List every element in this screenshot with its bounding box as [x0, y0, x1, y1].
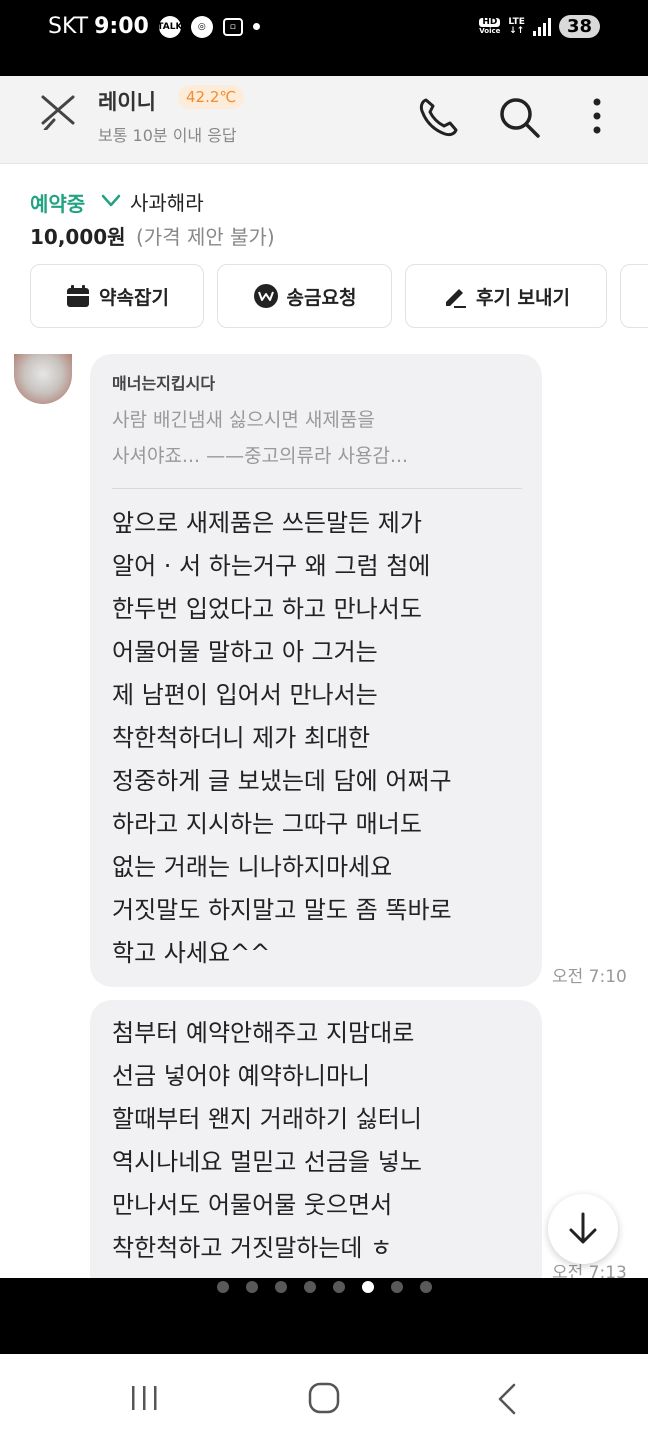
home-icon[interactable] — [306, 1380, 342, 1416]
talk-icon: TALK — [157, 15, 182, 38]
send-review-button[interactable]: 후기 보내기 — [405, 264, 607, 328]
page-dot — [304, 1281, 316, 1293]
search-icon[interactable] — [496, 94, 542, 140]
notification-icon: ◎ — [190, 15, 213, 38]
chat-screen: 레이니 42.2℃ 보통 10분 이내 응답 예약중 사과해라 10,000원 … — [0, 76, 648, 1278]
avatar[interactable] — [14, 354, 72, 404]
request-payment-label: 송금요청 — [286, 286, 357, 309]
message-bubble[interactable]: 첨부터 예약안해주고 지맘대로 선금 넣어야 예약하니마니 할때부터 왠지 거래… — [90, 1000, 542, 1278]
chat-header: 레이니 42.2℃ 보통 10분 이내 응답 — [0, 76, 648, 164]
chevron-down-icon[interactable] — [100, 193, 122, 209]
quoted-message: 사람 배긴냄새 싫으시면 새제품을 사셔야죠... ——중고의류라 사용감... — [112, 409, 409, 467]
clock: 9:00 — [94, 14, 149, 39]
page-dot — [420, 1281, 432, 1293]
close-icon[interactable] — [38, 90, 78, 130]
calendar-icon — [67, 285, 90, 307]
signal-icon — [532, 17, 551, 36]
lte-icon: LTE ↓↑ — [508, 16, 525, 36]
product-price: 10,000원 — [30, 225, 126, 249]
navigation-bar — [0, 1354, 648, 1440]
quote-divider — [112, 488, 522, 489]
scroll-to-bottom-button[interactable] — [548, 1194, 618, 1264]
recent-apps-icon[interactable] — [128, 1384, 160, 1412]
page-dot — [391, 1281, 403, 1293]
hd-voice-icon: HD Voice — [479, 16, 501, 35]
message-time: 오전 7:10 — [552, 967, 627, 987]
won-pay-icon — [253, 284, 278, 308]
page-dot — [333, 1281, 345, 1293]
response-time: 보통 10분 이내 응답 — [98, 126, 237, 145]
page-dot — [246, 1281, 258, 1293]
carrier-label: SKT — [48, 14, 89, 39]
phone-icon[interactable] — [416, 94, 462, 140]
product-title[interactable]: 사과해라 — [130, 187, 204, 216]
arrow-down-icon — [569, 1212, 597, 1244]
message-text: 첨부터 예약안해주고 지맘대로 선금 넣어야 예약하니마니 할때부터 왠지 거래… — [112, 1019, 422, 1262]
reservation-status-dropdown[interactable]: 예약중 — [30, 188, 85, 217]
screenshot-icon: ▫ — [222, 17, 243, 36]
partner-name: 레이니 — [98, 90, 156, 114]
pencil-icon — [445, 289, 466, 308]
more-actions-button[interactable] — [620, 264, 648, 328]
request-payment-button[interactable]: 송금요청 — [217, 264, 392, 328]
product-info: 예약중 사과해라 10,000원 (가격 제안 불가) 약속잡기 송금요청 후기… — [0, 164, 648, 354]
battery-indicator: 38 — [558, 15, 600, 38]
page-dot — [362, 1281, 374, 1293]
message-bubble[interactable]: 매너는지킵시다 사람 배긴냄새 싫으시면 새제품을 사셔야죠... ——중고의류… — [90, 354, 542, 987]
send-review-label: 후기 보내기 — [475, 286, 570, 309]
page-dot — [275, 1281, 287, 1293]
more-notifications-dot — [252, 23, 260, 30]
more-options-icon[interactable] — [584, 94, 610, 140]
schedule-button[interactable]: 약속잡기 — [30, 264, 204, 328]
back-icon[interactable] — [494, 1382, 520, 1416]
manner-temperature-badge: 42.2℃ — [178, 85, 245, 109]
message-list[interactable]: 매너는지킵시다 사람 배긴냄새 싫으시면 새제품을 사셔야죠... ——중고의류… — [0, 354, 648, 1278]
page-dot — [217, 1281, 229, 1293]
price-note: (가격 제안 불가) — [136, 225, 275, 249]
schedule-label: 약속잡기 — [99, 286, 169, 309]
quoted-sender: 매너는지킵시다 — [112, 374, 216, 393]
page-indicator — [0, 1278, 648, 1354]
status-bar: SKT 9:00 TALK ◎ ▫ HD Voice LTE ↓↑ 38 — [0, 0, 648, 76]
message-text: 앞으로 새제품은 쓰든말든 제가 알어 · 서 하는거구 왜 그럼 첨에 한두번… — [112, 509, 452, 967]
